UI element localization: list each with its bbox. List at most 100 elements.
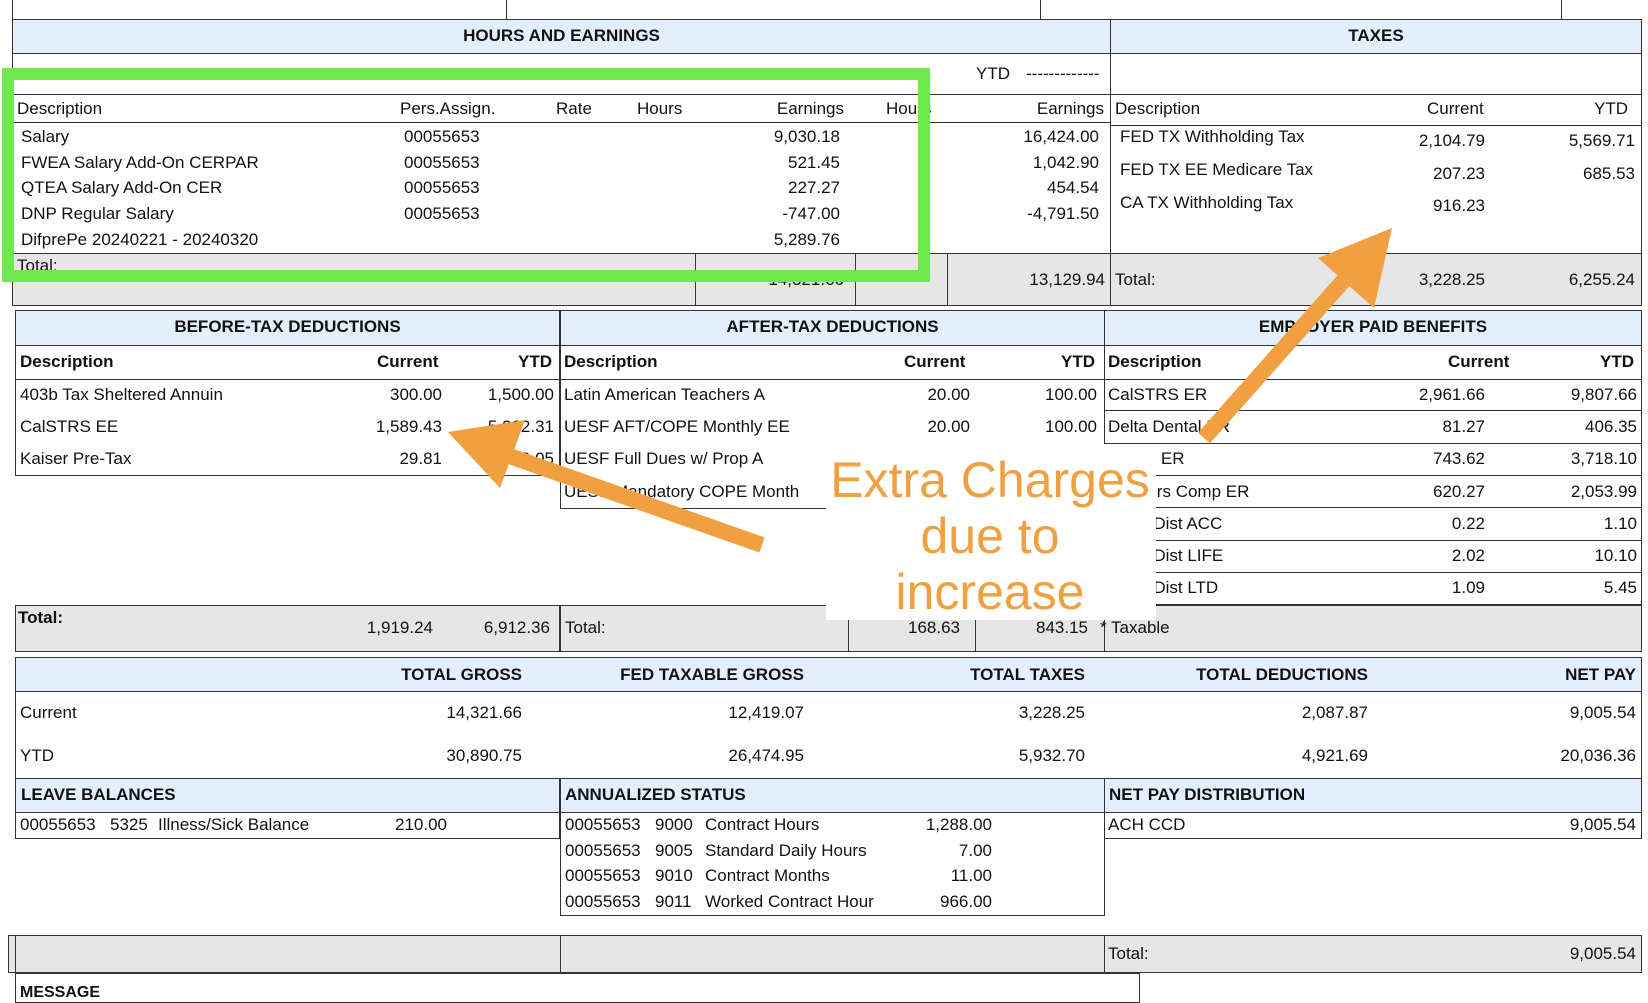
- tax-row-ytd: 685.53: [1583, 164, 1635, 183]
- summary-ytd-total-deductions: 4,921.69: [1301, 746, 1368, 765]
- annualized-row-description: Standard Daily Hours: [705, 841, 867, 860]
- leave-balances-header: LEAVE BALANCES: [15, 778, 560, 813]
- before-tax-total-current: 1,919.24: [366, 618, 433, 637]
- before-tax-header-underline: [15, 379, 560, 380]
- employer-total-bar: [1104, 605, 1642, 652]
- annualized-row-value: 1,288.00: [925, 815, 992, 834]
- earnings-row-ytd: -4,791.50: [1027, 204, 1099, 223]
- earnings-row-ytd: 1,042.90: [1032, 153, 1099, 172]
- employer-row-ytd: 2,053.99: [1570, 482, 1637, 501]
- earnings-row-ytd: 454.54: [1047, 178, 1099, 197]
- net-pay-amount: 9,005.54: [1569, 815, 1636, 834]
- after-tax-total-current: 168.63: [908, 618, 960, 637]
- earnings-row-earnings: 9,030.18: [773, 127, 840, 146]
- tax-row-current: 2,104.79: [1418, 131, 1485, 150]
- annualized-row-code: 9010: [655, 866, 693, 885]
- before-tax-col-description: Description: [20, 352, 114, 371]
- employer-col-description: Description: [1108, 352, 1202, 371]
- taxes-col-description: Description: [1115, 99, 1201, 118]
- col-pers-assign: Pers.Assign.: [400, 99, 496, 118]
- annualized-row-code: 9000: [655, 815, 693, 834]
- summary-ytd-total-taxes: 5,932.70: [1018, 746, 1085, 765]
- earnings-row-earnings: 227.27: [788, 178, 840, 197]
- after-tax-row-current: 20.00: [927, 385, 970, 404]
- employer-row-description: CalSTRS ER: [1108, 385, 1208, 404]
- summary-current-total-gross: 14,321.66: [446, 703, 522, 722]
- before-tax-header: BEFORE-TAX DEDUCTIONS: [15, 310, 560, 346]
- employer-col-current: Current: [1448, 352, 1510, 371]
- net-pay-distribution-header: NET PAY DISTRIBUTION: [1104, 778, 1642, 813]
- bottom-divider: [15, 935, 16, 973]
- before-tax-row-description: CalSTRS EE: [20, 417, 119, 436]
- after-tax-header: AFTER-TAX DEDUCTIONS: [560, 310, 1105, 346]
- tax-row-description: FED TX EE Medicare Tax: [1120, 160, 1314, 179]
- taxes-underline: [1110, 94, 1642, 95]
- annotation-line-1: Extra Charges: [830, 452, 1150, 508]
- earnings-row-pers: 00055653: [404, 127, 480, 146]
- employer-row-ytd: 3,718.10: [1570, 449, 1637, 468]
- earnings-row-pers: 00055653: [404, 178, 480, 197]
- after-tax-col-current: Current: [904, 352, 966, 371]
- summary-current-net-pay: 9,005.54: [1569, 703, 1636, 722]
- summary-ytd-total-gross: 30,890.75: [446, 746, 522, 765]
- after-tax-total-ytd: 843.15: [1036, 618, 1088, 637]
- summary-ytd-fed-taxable: 26,474.95: [728, 746, 804, 765]
- earnings-total-current: 14,321.66: [768, 270, 844, 289]
- earnings-row-pers: 00055653: [404, 204, 480, 223]
- employer-row-current: 743.62: [1433, 449, 1485, 468]
- annualized-status-title: ANNUALIZED STATUS: [565, 785, 746, 804]
- after-tax-col-description: Description: [564, 352, 658, 371]
- net-pay-total: 9,005.54: [1569, 944, 1636, 963]
- summary-col-total-taxes: TOTAL TAXES: [970, 665, 1085, 684]
- annualized-row-description: Worked Contract Hour: [705, 892, 874, 911]
- taxes-header-underline: [1110, 125, 1642, 126]
- earnings-total-ytd: 13,129.94: [1029, 270, 1105, 289]
- earnings-row-pers: 00055653: [404, 153, 480, 172]
- annualized-row-id: 00055653: [565, 815, 641, 834]
- tax-row-ytd: 5,569.71: [1568, 131, 1635, 150]
- employer-col-ytd: YTD: [1600, 352, 1634, 371]
- earnings-row-earnings: -747.00: [782, 204, 840, 223]
- total-divider: [947, 253, 948, 306]
- taxes-total-label: Total:: [1115, 270, 1156, 289]
- summary-col-net-pay: NET PAY: [1565, 665, 1636, 684]
- col-description: Description: [17, 99, 103, 118]
- summary-current-total-taxes: 3,228.25: [1018, 703, 1085, 722]
- annualized-row-value: 966.00: [940, 892, 992, 911]
- top-partial-row: [12, 0, 1562, 20]
- earnings-row-ytd: 16,424.00: [1023, 127, 1099, 146]
- top-divider: [506, 0, 507, 20]
- employer-row-line: [1104, 410, 1642, 411]
- col-hours: Hours: [637, 99, 683, 118]
- before-tax-col-ytd: YTD: [518, 352, 552, 371]
- net-pay-total-label: Total:: [1108, 944, 1149, 963]
- annualized-row-description: Contract Hours: [705, 815, 820, 834]
- summary-col-total-gross: TOTAL GROSS: [401, 665, 522, 684]
- leave-row-id: 00055653: [20, 815, 96, 834]
- after-tax-header-underline: [560, 379, 1105, 380]
- tax-row-description: CA TX Withholding Tax: [1120, 193, 1294, 212]
- hours-earnings-header: HOURS AND EARNINGS: [12, 19, 1111, 54]
- employer-row-ytd: 406.35: [1585, 417, 1637, 436]
- summary-current-total-deductions: 2,087.87: [1301, 703, 1368, 722]
- summary-ytd-label: YTD: [20, 746, 54, 765]
- earnings-row-description: DNP Regular Salary: [21, 204, 174, 223]
- col-rate: Rate: [556, 99, 592, 118]
- col-earnings-ytd: Earnings: [1036, 99, 1104, 118]
- summary-ytd-net-pay: 20,036.36: [1560, 746, 1636, 765]
- leave-row-code: 5325: [110, 815, 148, 834]
- earnings-row-description: FWEA Salary Add-On CERPAR: [21, 153, 259, 172]
- before-tax-row-current: 300.00: [390, 385, 442, 404]
- after-tax-row-description: UESF Mandatory COPE Month: [564, 482, 800, 501]
- total-divider: [855, 253, 856, 306]
- tax-row-current: 916.23: [1433, 196, 1485, 215]
- employer-row-current: 620.27: [1433, 482, 1485, 501]
- after-tax-row-ytd: 100.00: [1045, 417, 1097, 436]
- employer-row-current: 0.22: [1451, 514, 1485, 533]
- after-tax-row-current: 20.00: [927, 417, 970, 436]
- annotation-line-3: increase: [895, 564, 1085, 620]
- employer-row-line: [1104, 475, 1642, 476]
- employer-row-current: 2.02: [1451, 546, 1485, 565]
- employer-row-current: 81.27: [1442, 417, 1485, 436]
- earnings-row-earnings: 521.45: [788, 153, 840, 172]
